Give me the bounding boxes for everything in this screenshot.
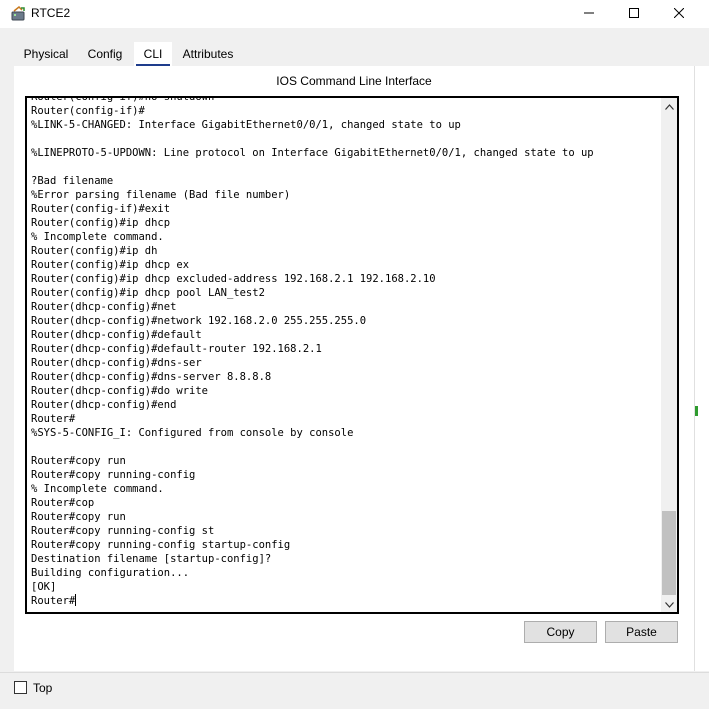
terminal-line: Building configuration... bbox=[31, 567, 190, 579]
router-icon bbox=[10, 5, 28, 22]
bottom-bar: Top bbox=[0, 672, 709, 709]
terminal-line: Router#copy run bbox=[31, 511, 126, 523]
tab-cli[interactable]: CLI bbox=[134, 42, 172, 66]
terminal-line: Router#copy run bbox=[31, 455, 126, 467]
minimize-icon bbox=[584, 5, 594, 23]
cli-panel: IOS Command Line Interface Router(config… bbox=[14, 66, 694, 671]
terminal-output: Router(config-if)#no shutdown Router(conf… bbox=[31, 96, 657, 608]
tab-config[interactable]: Config bbox=[78, 42, 132, 66]
status-marker bbox=[695, 406, 698, 416]
close-icon bbox=[673, 5, 685, 23]
terminal-line: Router#copy running-config startup-confi… bbox=[31, 539, 291, 551]
terminal-line: % Incomplete command. bbox=[31, 231, 164, 243]
terminal-line: %SYS-5-CONFIG_I: Configured from console… bbox=[31, 427, 354, 439]
terminal-line: Router(dhcp-config)#do write bbox=[31, 385, 209, 397]
terminal-line: Router(dhcp-config)#end bbox=[31, 399, 177, 411]
terminal-line: % Incomplete command. bbox=[31, 483, 164, 495]
scroll-up-button[interactable] bbox=[661, 98, 677, 114]
terminal-line: Router(config)#ip dhcp excluded-address … bbox=[31, 273, 436, 285]
background-window-edge bbox=[694, 66, 709, 671]
terminal-line: Router(dhcp-config)#net bbox=[31, 301, 177, 313]
tab-physical[interactable]: Physical bbox=[14, 42, 78, 66]
window-title: RTCE2 bbox=[31, 6, 71, 20]
terminal-line: Router(config)#ip dhcp pool LAN_test2 bbox=[31, 287, 265, 299]
text-cursor bbox=[75, 594, 77, 606]
terminal-line: Router(config-if)# bbox=[31, 105, 145, 117]
terminal-line: Router(config)#ip dh bbox=[31, 245, 158, 257]
terminal-line: Router(dhcp-config)#default-router 192.1… bbox=[31, 343, 322, 355]
scroll-down-button[interactable] bbox=[661, 596, 677, 612]
terminal-line: Router(dhcp-config)#default bbox=[31, 329, 202, 341]
terminal-line: Router(dhcp-config)#network 192.168.2.0 … bbox=[31, 315, 367, 327]
copy-button[interactable]: Copy bbox=[524, 621, 597, 643]
terminal-line: Router(config-if)#exit bbox=[31, 203, 171, 215]
terminal-line: Router# bbox=[31, 594, 77, 607]
terminal-line: %Error parsing filename (Bad file number… bbox=[31, 189, 291, 201]
chevron-up-icon bbox=[664, 98, 674, 115]
terminal-line: Router#cop bbox=[31, 497, 95, 509]
paste-button[interactable]: Paste bbox=[605, 621, 678, 643]
terminal-line: [OK] bbox=[31, 581, 57, 593]
terminal-line: ?Bad filename bbox=[31, 175, 114, 187]
terminal-line: %LINEPROTO-5-UPDOWN: Line protocol on In… bbox=[31, 147, 594, 159]
close-button[interactable] bbox=[656, 0, 702, 28]
tab-cli-label: CLI bbox=[143, 47, 163, 61]
maximize-icon bbox=[629, 5, 639, 23]
terminal-line: Router(dhcp-config)#dns-ser bbox=[31, 357, 202, 369]
terminal-line: Router#copy running-config st bbox=[31, 525, 215, 537]
title-bar: RTCE2 bbox=[0, 0, 709, 28]
tab-bar: Physical Config CLI Attributes bbox=[14, 42, 694, 66]
terminal-line: Router(config-if)#no shutdown bbox=[31, 96, 215, 103]
terminal-line: Router# bbox=[31, 413, 76, 425]
top-label: Top bbox=[33, 681, 53, 695]
top-checkbox[interactable] bbox=[14, 681, 27, 694]
terminal-line: Router#copy running-config bbox=[31, 469, 196, 481]
scroll-thumb[interactable] bbox=[662, 511, 676, 595]
cli-heading: IOS Command Line Interface bbox=[276, 74, 432, 88]
minimize-button[interactable] bbox=[566, 0, 612, 28]
terminal-line: Router(config)#ip dhcp ex bbox=[31, 259, 190, 271]
terminal-line: Router(dhcp-config)#dns-server 8.8.8.8 bbox=[31, 371, 272, 383]
chevron-down-icon bbox=[664, 595, 674, 612]
terminal-scrollbar[interactable] bbox=[661, 98, 677, 612]
maximize-button[interactable] bbox=[611, 0, 657, 28]
terminal-line: Router(config)#ip dhcp bbox=[31, 217, 171, 229]
tab-attributes[interactable]: Attributes bbox=[172, 42, 244, 66]
terminal-line: %LINK-5-CHANGED: Interface GigabitEthern… bbox=[31, 119, 461, 131]
terminal-line: Destination filename [startup-config]? bbox=[31, 553, 272, 565]
cli-terminal[interactable]: Router(config-if)#no shutdown Router(conf… bbox=[25, 96, 679, 614]
